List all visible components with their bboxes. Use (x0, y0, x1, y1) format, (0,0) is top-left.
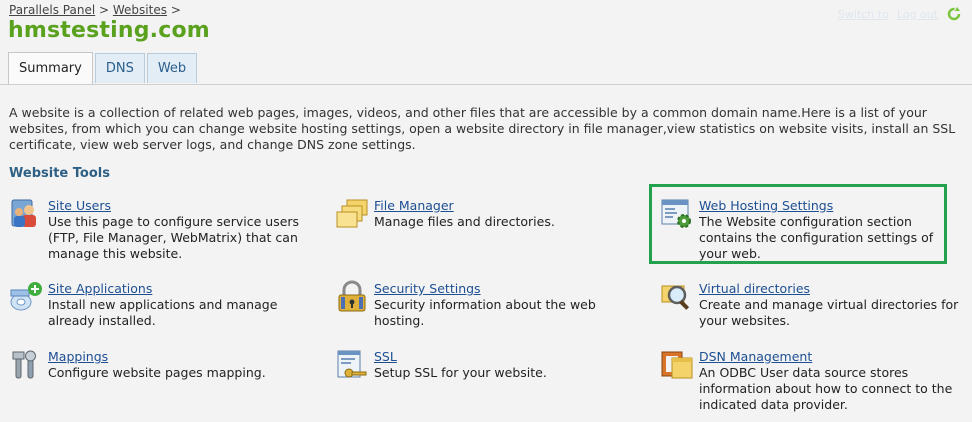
breadcrumb-websites[interactable]: Websites (113, 3, 167, 17)
tab-dns[interactable]: DNS (94, 53, 145, 83)
security-settings-link[interactable]: Security Settings (374, 281, 625, 297)
tab-bar: Summary DNS Web (8, 52, 199, 84)
tools-icon[interactable] (9, 348, 43, 382)
breadcrumb-separator: > (99, 3, 110, 17)
database-folder-icon[interactable] (660, 348, 694, 382)
tool-site-applications: Site Applications Install new applicatio… (9, 281, 309, 329)
ssl-description: Setup SSL for your website. (374, 365, 547, 380)
tool-security-settings: Security Settings Security information a… (335, 280, 625, 329)
breadcrumb: Parallels Panel > Websites > (9, 3, 181, 17)
site-users-description: Use this page to configure service users… (48, 214, 300, 261)
logout-link[interactable]: Log out (897, 8, 938, 21)
switch-link[interactable]: Switch to (838, 8, 889, 21)
tool-ssl: SSL Setup SSL for your website. (335, 349, 625, 382)
refresh-icon[interactable] (946, 6, 962, 22)
key-certificate-icon[interactable] (335, 348, 369, 382)
page-title: hmstesting.com (8, 18, 210, 43)
padlock-icon[interactable] (335, 280, 369, 314)
tool-virtual-directories: Virtual directories Create and manage vi… (660, 281, 960, 329)
file-manager-link[interactable]: File Manager (374, 198, 555, 214)
site-applications-description: Install new applications and manage alre… (48, 297, 278, 328)
file-manager-description: Manage files and directories. (374, 214, 555, 229)
virtual-directories-description: Create and manage virtual directories fo… (699, 297, 959, 328)
apps-add-icon[interactable] (9, 280, 43, 314)
users-icon[interactable] (9, 197, 43, 231)
folders-icon[interactable] (335, 197, 369, 231)
highlight-box (649, 184, 947, 264)
dsn-management-description: An ODBC User data source stores informat… (699, 365, 953, 412)
mappings-description: Configure website pages mapping. (48, 365, 266, 380)
section-title: Website Tools (9, 166, 110, 181)
magnifier-icon[interactable] (660, 280, 694, 314)
tool-dsn-management: DSN Management An ODBC User data source … (660, 349, 960, 413)
breadcrumb-parallels-panel[interactable]: Parallels Panel (9, 3, 95, 17)
tool-site-users: Site Users Use this page to configure se… (9, 198, 309, 262)
tab-divider (0, 84, 972, 85)
top-right-links: Switch to Log out (838, 6, 962, 22)
ssl-link[interactable]: SSL (374, 349, 547, 365)
security-settings-description: Security information about the web hosti… (374, 297, 596, 328)
tool-mappings: Mappings Configure website pages mapping… (9, 349, 309, 382)
mappings-link[interactable]: Mappings (48, 349, 266, 365)
tool-file-manager: File Manager Manage files and directorie… (335, 198, 625, 231)
dsn-management-link[interactable]: DSN Management (699, 349, 960, 365)
site-applications-link[interactable]: Site Applications (48, 281, 309, 297)
tab-summary[interactable]: Summary (8, 52, 93, 84)
tab-web[interactable]: Web (146, 53, 198, 83)
breadcrumb-separator: > (170, 3, 181, 17)
site-users-link[interactable]: Site Users (48, 198, 309, 214)
virtual-directories-link[interactable]: Virtual directories (699, 281, 960, 297)
page-description: A website is a collection of related web… (9, 105, 956, 152)
